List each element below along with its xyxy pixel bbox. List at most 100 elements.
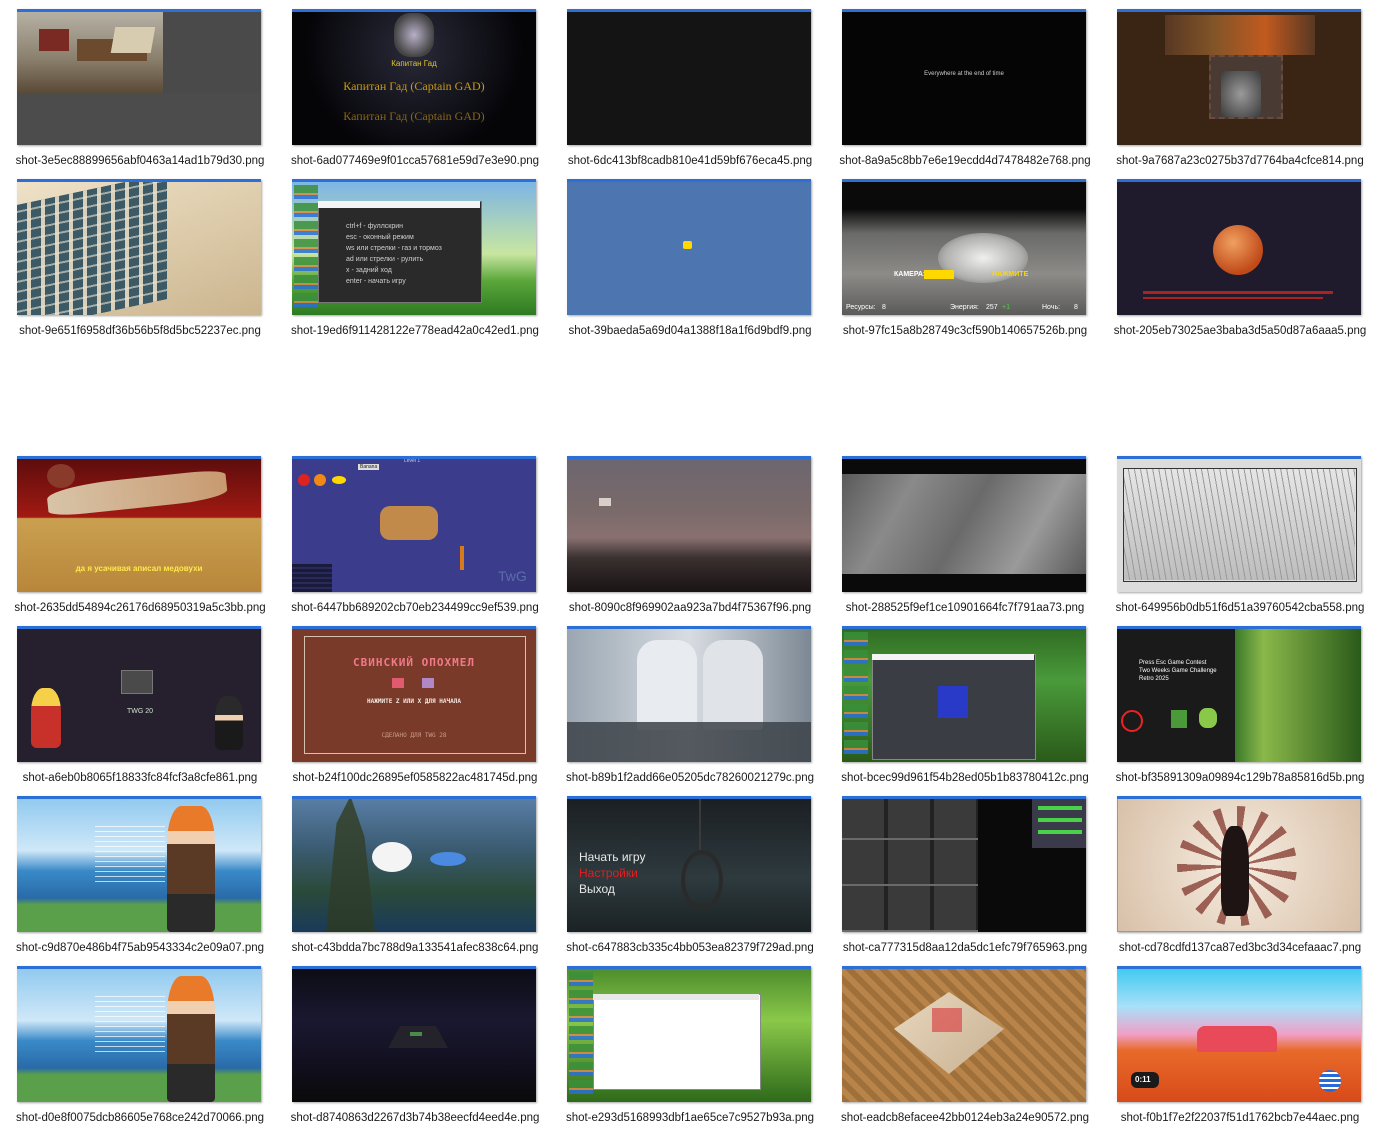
watermark: TwG [498,568,527,584]
thumbnail-shape [298,474,310,486]
thumbnail-shape [392,678,404,688]
thumbnail-shape [842,9,1086,145]
file-thumbnail[interactable]: СВИНСКИЙ ОПОХМЕЛ НАЖМИТЕ Z ИЛИ X ДЛЯ НАЧ… [292,626,536,762]
thumbnail-shape [844,632,868,758]
menu-start: Начать игру [579,850,646,864]
thumbnail-shape [215,696,243,750]
file-thumbnail[interactable] [1117,456,1361,592]
thumbnail-shape [932,1008,962,1032]
thumbnail-shape [430,852,466,866]
controls-line-5: x - задний ход [346,267,392,274]
file-thumbnail[interactable] [842,966,1086,1102]
thumbnail-shape [1165,15,1315,55]
thumbnail-shape [17,93,261,145]
thumbnail-shape [593,994,759,1000]
file-thumbnail[interactable] [17,966,261,1102]
file-thumbnail[interactable]: Everywhere at the end of time [842,9,1086,145]
file-thumbnail[interactable] [842,626,1086,762]
timer: 0:11 [1135,1075,1151,1084]
thumbnail-shape [318,201,480,208]
contest-line-3: Retro 2025 [1139,676,1169,682]
thumbnail-shape [110,27,156,53]
file-thumbnail[interactable] [1117,179,1361,315]
file-thumbnail[interactable]: 0:11 [1117,966,1361,1102]
file-name: shot-6dc413bf8cadb810e41d59bf676eca45.pn… [567,155,813,167]
file-name: shot-205eb73025ae3baba3d5a50d87a6aaa5.pn… [1113,325,1367,337]
thumbnail-shape [1199,708,1217,728]
thumbnail-shape [1121,710,1143,732]
thumbnail-shape [31,688,61,748]
thumbnail-shape [1117,626,1361,762]
file-thumbnail[interactable]: Начать игру Настройки Выход [567,796,811,932]
thumbnail-shape [567,722,811,762]
file-thumbnail[interactable] [292,966,536,1102]
file-thumbnail[interactable] [292,796,536,932]
press-label: НАЖМИТЕ [992,271,1029,278]
thumbnail-shape [703,640,763,730]
thumbnail-shape [569,972,593,1098]
thumbnail-shape [599,498,611,506]
thumbnail-shape [938,686,968,718]
file-thumbnail[interactable] [567,456,811,592]
contest-line-1: Press Esc Game Contest [1139,660,1207,666]
file-name: shot-19ed6f911428122e778ead42a0c42ed1.pn… [291,325,539,337]
resources-label: Ресурсы: [846,304,876,311]
file-name: shot-cd78cdfd137ca87ed3bc3d34cefaaac7.pn… [1118,942,1362,954]
energy-label: Энергия: [950,304,979,311]
thumbnail-shape [460,546,464,570]
thumbnail-shape [410,1032,422,1036]
thumbnail-shape [842,796,978,932]
night-value: 8 [1074,304,1078,311]
camera-label: КАМЕРА: [894,271,926,278]
file-thumbnail[interactable] [567,179,811,315]
start-hint: НАЖМИТЕ Z ИЛИ X ДЛЯ НАЧАЛА [367,698,461,705]
file-thumbnail[interactable] [17,796,261,932]
file-name: shot-97fc15a8b28749c3cf590b140657526b.pn… [842,325,1088,337]
thumbnail-shape [1143,291,1333,294]
file-name: shot-b24f100dc26895ef0585822ac481745d.pn… [292,772,538,784]
thumbnail-shape [924,270,954,279]
thumbnail-shape [637,640,697,730]
file-thumbnail[interactable]: TWG 20 [17,626,261,762]
file-thumbnail[interactable] [567,966,811,1102]
thumbnail-shape [1213,225,1263,275]
thumbnail-shape [95,992,165,1052]
file-thumbnail[interactable] [567,626,811,762]
thumbnail-shape [872,654,1034,660]
thumbnail-shape [1221,71,1261,117]
file-thumbnail[interactable]: да я усачивая аписал медовухи [17,456,261,592]
file-name: shot-3e5ec88899656abf0463a14ad1b79d30.pn… [15,155,265,167]
file-thumbnail[interactable] [842,796,1086,932]
file-name: shot-bf35891309a09894c129b78a85816d5b.pn… [1115,772,1365,784]
file-thumbnail[interactable] [842,456,1086,592]
file-thumbnail[interactable] [567,9,811,145]
thumbnail-shape [318,201,482,303]
file-thumbnail[interactable]: ctrl+f - фуллскрин esc - оконный режим w… [292,179,536,315]
thumbnail-shape [95,822,165,882]
title-main: Капитан Гад (Captain GAD) [343,79,485,93]
thumbnail-shape [1032,796,1086,848]
file-thumbnail[interactable]: Капитан Гад Капитан Гад (Captain GAD) Ка… [292,9,536,145]
file-thumbnail[interactable]: Press Esc Game Contest Two Weeks Game Ch… [1117,626,1361,762]
file-name: shot-eadcb8efacee42bb0124eb3a24e90572.pn… [840,1112,1090,1124]
file-thumbnail[interactable] [17,179,261,315]
level-label: Level 1 [404,458,421,464]
file-thumbnail[interactable]: Level 1 Banana TwG [292,456,536,592]
thumbnail-shape [17,179,167,315]
file-name: shot-ca777315d8aa12da5dc1efc79f765963.pn… [842,942,1088,954]
file-thumbnail[interactable]: КАМЕРА: НАЖМИТЕ Ресурсы: 8 Энергия: 257 … [842,179,1086,315]
file-thumbnail[interactable] [17,9,261,145]
file-name: shot-c9d870e486b4f75ab9543334c2e09a07.pn… [15,942,265,954]
controls-line-4: ad или стрелки - рулить [346,256,424,263]
resources-value: 8 [882,304,886,311]
file-name: shot-d0e8f0075dcb86605e768ce242d70066.pn… [15,1112,265,1124]
thumbnail-shape [1197,1026,1277,1052]
file-name: shot-f0b1f7e2f22037f51d1762bcb7e44aec.pn… [1120,1112,1360,1124]
file-name: shot-2635dd54894c26176d68950319a5c3bb.pn… [14,602,266,614]
thumbnail-shape [1221,826,1249,916]
twg-badge: TWG 20 [127,708,154,715]
file-thumbnail[interactable] [1117,796,1361,932]
title-reflection: Капитан Гад (Captain GAD) [343,109,485,123]
thumbnail-shape [699,796,701,852]
file-thumbnail[interactable] [1117,9,1361,145]
